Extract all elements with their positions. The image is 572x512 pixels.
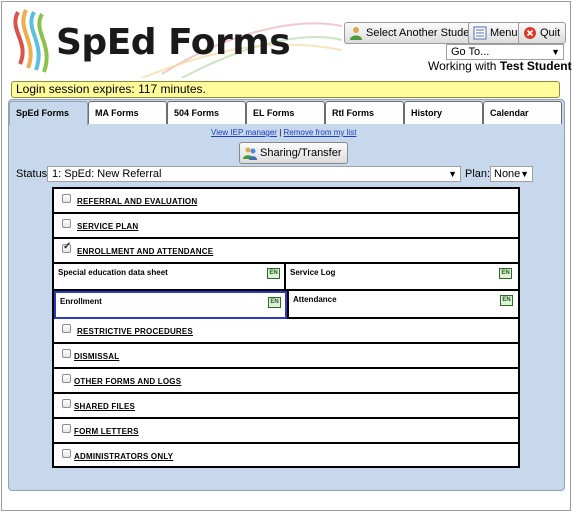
en-language-badge[interactable]: EN <box>500 295 513 306</box>
section-row: DISMISSAL <box>54 344 518 369</box>
tab-calendar[interactable]: Calendar <box>483 101 562 124</box>
student-name: Test Student <box>499 59 572 73</box>
working-with-prefix: Working with <box>428 59 497 73</box>
menu-list-icon <box>472 26 487 41</box>
tab-history[interactable]: History <box>404 101 483 124</box>
chevron-down-icon: ▼ <box>551 47 560 57</box>
chevron-down-icon: ▼ <box>520 169 529 179</box>
section-row: SHARED FILES <box>54 394 518 419</box>
menu-label: Menu <box>490 27 518 39</box>
plan-label: Plan: <box>465 168 491 180</box>
form-label: Enrollment <box>60 297 102 306</box>
tab-el-forms[interactable]: EL Forms <box>246 101 325 124</box>
section-label[interactable]: SHARED FILES <box>74 402 135 411</box>
section-label[interactable]: OTHER FORMS AND LOGS <box>74 377 181 386</box>
status-value: 1: SpEd: New Referral <box>52 168 162 180</box>
view-iep-manager-link[interactable]: View IEP manager <box>211 128 277 137</box>
forms-list: REFERRAL AND EVALUATION SERVICE PLAN ENR… <box>52 187 520 468</box>
section-label[interactable]: FORM LETTERS <box>74 427 139 436</box>
form-cell[interactable]: Service Log EN <box>286 264 518 291</box>
chevron-down-icon: ▼ <box>448 169 457 179</box>
section-checkbox[interactable] <box>62 449 71 458</box>
section-row: FORM LETTERS <box>54 419 518 444</box>
menu-button[interactable]: Menu <box>468 22 524 44</box>
select-another-student-button[interactable]: Select Another Student <box>344 22 485 44</box>
users-icon <box>243 146 257 160</box>
section-row: OTHER FORMS AND LOGS <box>54 369 518 394</box>
tab-sped-forms[interactable]: SpEd Forms <box>9 101 88 125</box>
working-with-text: Working with Test Student <box>428 59 572 73</box>
section-checkbox[interactable] <box>62 349 71 358</box>
form-cell[interactable]: Special education data sheet EN <box>54 264 286 291</box>
select-another-student-label: Select Another Student <box>366 27 479 39</box>
section-checkbox[interactable] <box>62 424 71 433</box>
goto-select[interactable]: Go To... ▼ <box>446 44 564 60</box>
tab-rti-forms[interactable]: RtI Forms <box>325 101 404 124</box>
section-checkbox[interactable] <box>62 374 71 383</box>
form-cell[interactable]: Attendance EN <box>287 291 518 319</box>
section-row: REFERRAL AND EVALUATION <box>54 189 518 214</box>
tab-bar: SpEd Forms MA Forms 504 Forms EL Forms R… <box>9 101 562 125</box>
tab-504-forms[interactable]: 504 Forms <box>167 101 246 124</box>
section-label[interactable]: RESTRICTIVE PROCEDURES <box>77 327 193 336</box>
form-label: Attendance <box>293 295 337 304</box>
quit-label: Quit <box>540 27 561 39</box>
en-language-badge[interactable]: EN <box>499 268 512 279</box>
section-row: ENROLLMENT AND ATTENDANCE <box>54 239 518 264</box>
section-label[interactable]: SERVICE PLAN <box>77 222 138 231</box>
section-label[interactable]: DISMISSAL <box>74 352 119 361</box>
status-label: Status: <box>16 168 51 180</box>
sharing-transfer-button[interactable]: Sharing/Transfer <box>239 142 348 164</box>
section-checkbox[interactable] <box>62 399 71 408</box>
goto-value: Go To... <box>451 46 490 58</box>
form-label: Service Log <box>290 268 336 277</box>
form-label: Special education data sheet <box>58 268 168 277</box>
quit-button[interactable]: Quit <box>518 22 567 44</box>
status-select[interactable]: 1: SpEd: New Referral ▼ <box>47 166 461 182</box>
section-label[interactable]: ENROLLMENT AND ATTENDANCE <box>77 247 213 256</box>
section-label[interactable]: REFERRAL AND EVALUATION <box>77 197 197 206</box>
section-checkbox[interactable] <box>62 194 71 203</box>
student-icon <box>348 26 363 41</box>
close-icon <box>522 26 537 41</box>
plan-value: None <box>494 168 521 180</box>
app-title: SpEd Forms <box>56 22 291 63</box>
en-language-badge[interactable]: EN <box>268 297 281 308</box>
section-row: RESTRICTIVE PROCEDURES <box>54 319 518 344</box>
app-logo: SpEd Forms <box>12 6 343 79</box>
section-label[interactable]: ADMINISTRATORS ONLY <box>74 452 173 461</box>
remove-from-list-link[interactable]: Remove from my list <box>284 128 357 137</box>
iep-links: View IEP manager | Remove from my list <box>211 128 356 137</box>
sharing-transfer-label: Sharing/Transfer <box>260 147 342 159</box>
session-banner: Login session expires: 117 minutes. <box>11 81 560 98</box>
plan-select[interactable]: None ▼ <box>490 166 533 182</box>
form-cell-selected[interactable]: Enrollment EN <box>54 291 287 319</box>
section-checkbox[interactable] <box>62 324 71 333</box>
section-checkbox-checked[interactable] <box>62 241 71 253</box>
section-row: SERVICE PLAN <box>54 214 518 239</box>
section-checkbox[interactable] <box>62 219 71 228</box>
link-separator: | <box>279 128 282 137</box>
tab-ma-forms[interactable]: MA Forms <box>88 101 167 124</box>
section-row: ADMINISTRATORS ONLY <box>54 444 518 469</box>
en-language-badge[interactable]: EN <box>267 268 280 279</box>
